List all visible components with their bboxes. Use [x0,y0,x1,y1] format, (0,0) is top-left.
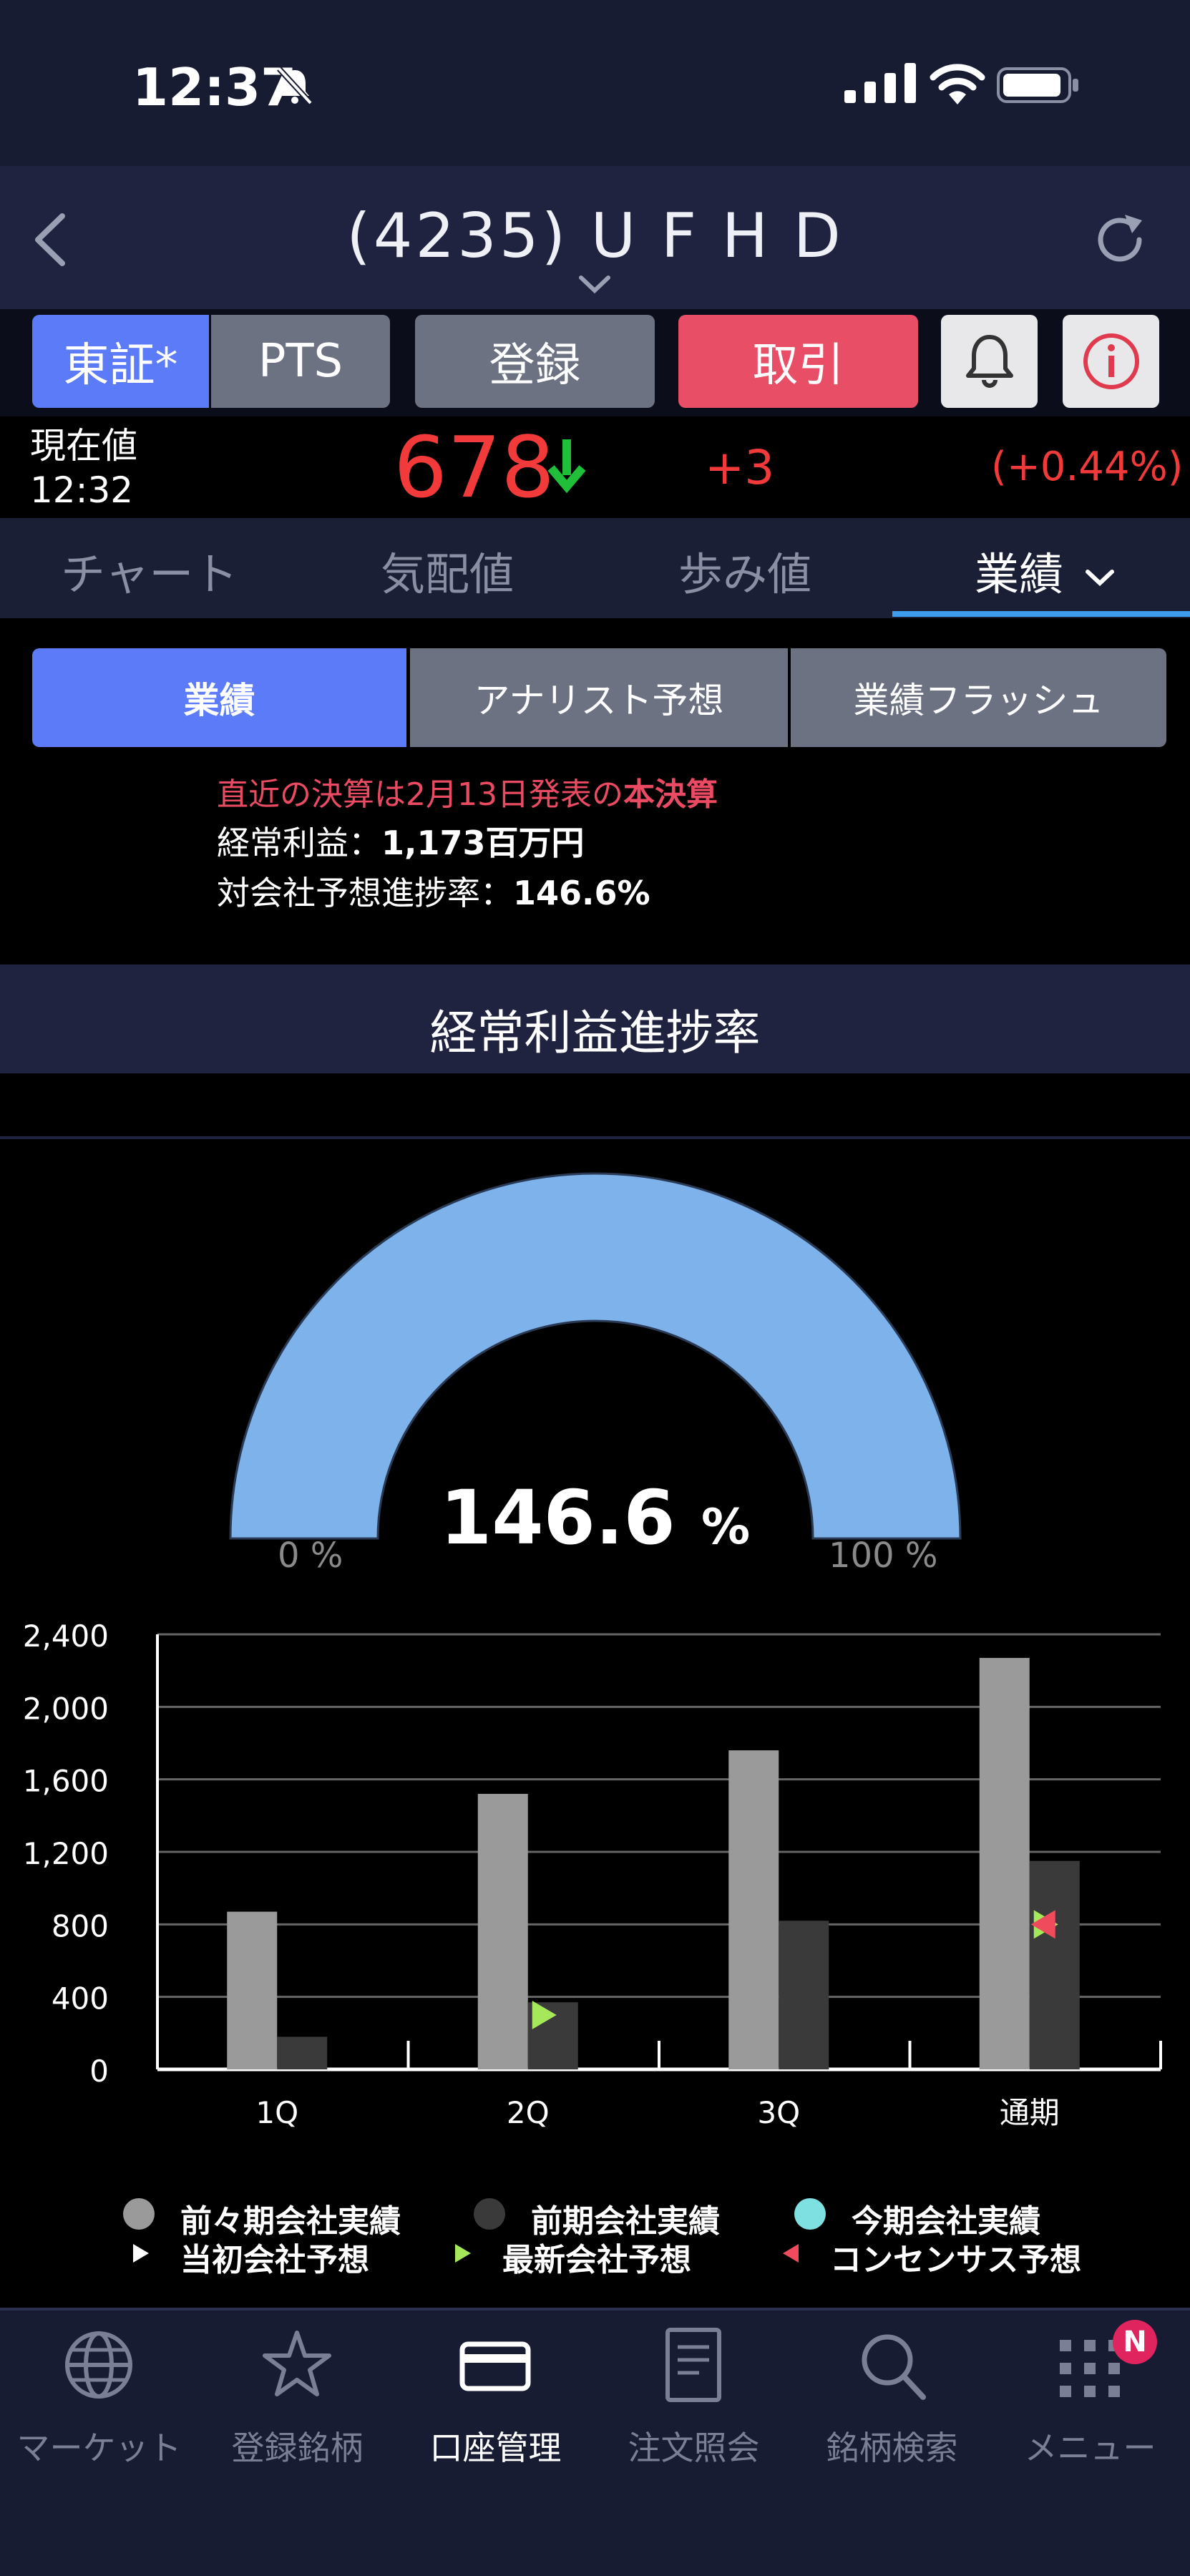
divider [0,1136,1190,1139]
y-tick-label: 0 [89,2054,109,2089]
legend-dot [123,2198,155,2230]
current-price: 678 [394,418,555,517]
tab-ticks[interactable]: 歩み値 [678,538,811,602]
price-label: 現在値 12:32 [30,425,137,511]
bar-prev1 [1029,1860,1080,2069]
announcement-text: 直近の決算は2月13日発表の本決算 [217,776,718,813]
chevron-down-icon[interactable] [577,273,613,295]
bar-prev2 [728,1750,779,2069]
gauge-max-label: 100 % [829,1536,938,1576]
price-change-percent: (+0.44%) [991,444,1184,490]
x-tick-label: 1Q [255,2095,298,2130]
tab-quotes[interactable]: 気配値 [381,538,514,602]
section-title: 経常利益進捗率 [429,1005,761,1060]
y-tick-label: 400 [52,1981,109,2016]
nav-watchlist[interactable]: 登録銘柄 [198,2326,396,2469]
gauge-min-label: 0 % [278,1536,343,1576]
wifi-icon [930,64,985,104]
tab-performance[interactable]: 業績 [975,538,1118,602]
x-tick-label: 3Q [757,2095,800,2130]
legend-triangle [780,2243,801,2264]
nav-label: 口座管理 [429,2429,562,2467]
nav-label: 注文照会 [628,2429,760,2467]
tab-indicator [892,611,1190,617]
arrow-down-icon [547,439,586,494]
legend-label: 当初会社予想 [180,2242,369,2278]
legend-label: 最新会社予想 [502,2242,691,2278]
nav-label: マーケット [16,2429,182,2467]
trade-button[interactable]: 取引 [678,315,918,408]
x-tick-label: 2Q [507,2095,550,2130]
y-tick-label: 2,000 [23,1691,109,1726]
bottom-nav-border [0,2308,1190,2311]
bar-chart: 2,400 2,000 1,600 1,200 800 400 0 1Q 2Q 3Q 通期 [23,1619,1162,2130]
search-icon [862,2334,926,2400]
legend-label: コンセンサス予想 [830,2242,1082,2278]
y-tick-label: 1,600 [23,1764,109,1799]
nav-label: 登録銘柄 [231,2429,364,2467]
star-icon [263,2331,331,2396]
nav-search[interactable]: 銘柄検索 [793,2326,991,2469]
segment-analyst[interactable]: アナリスト予想 [410,648,788,747]
bar-prev2 [227,1911,278,2069]
bar-prev1 [779,1921,829,2069]
signal-icon [844,63,916,103]
bell-icon [965,335,1013,388]
globe-icon [65,2331,132,2399]
y-tick-label: 800 [52,1908,109,1943]
bar-prev2 [477,1793,528,2069]
segment-flash[interactable]: 業績フラッシュ [791,648,1166,747]
nav-label: メニュー [1024,2429,1156,2467]
alert-button[interactable] [941,315,1038,408]
y-tick-label: 2,400 [23,1619,109,1654]
legend-triangle [130,2243,152,2264]
card-icon [459,2341,531,2391]
ordinary-profit: 経常利益：1,173百万円 [217,824,585,862]
y-tick-label: 1,200 [23,1836,109,1871]
legend-triangle [452,2243,474,2264]
menu-badge: N [1113,2320,1157,2364]
nav-market[interactable]: マーケット [0,2326,198,2469]
bar-prev1 [277,2036,328,2069]
tosho-button[interactable]: 東証* [32,315,209,408]
bar-prev2 [979,1657,1030,2069]
stock-title[interactable]: (4235) U F H D [0,200,1190,272]
info-icon [1083,333,1139,389]
battery-icon [997,67,1078,103]
legend-dot [794,2198,826,2230]
pts-button[interactable]: PTS [211,315,390,408]
nav-orders[interactable]: 注文照会 [595,2326,793,2469]
tab-chart[interactable]: チャート [61,538,238,602]
legend-dot [474,2198,505,2230]
tab-performance-label: 業績 [975,548,1064,600]
nav-label: 銘柄検索 [826,2429,958,2467]
bell-muted-icon [277,67,313,105]
x-tick-label: 通期 [1000,2095,1060,2130]
chevron-down-icon [1085,569,1114,587]
nav-menu[interactable]: メニュー [991,2326,1189,2469]
status-time: 12:37 [132,57,297,117]
nav-account[interactable]: 口座管理 [396,2326,595,2469]
register-button[interactable]: 登録 [415,315,655,408]
segment-performance[interactable]: 業績 [32,648,406,747]
gauge-percent: 146.6 % [439,1474,751,1561]
document-icon [665,2328,721,2402]
progress-rate: 対会社予想進捗率：146.6% [217,874,650,912]
price-change: +3 [705,440,775,495]
info-button[interactable] [1063,315,1159,408]
reload-icon[interactable] [1088,208,1152,272]
